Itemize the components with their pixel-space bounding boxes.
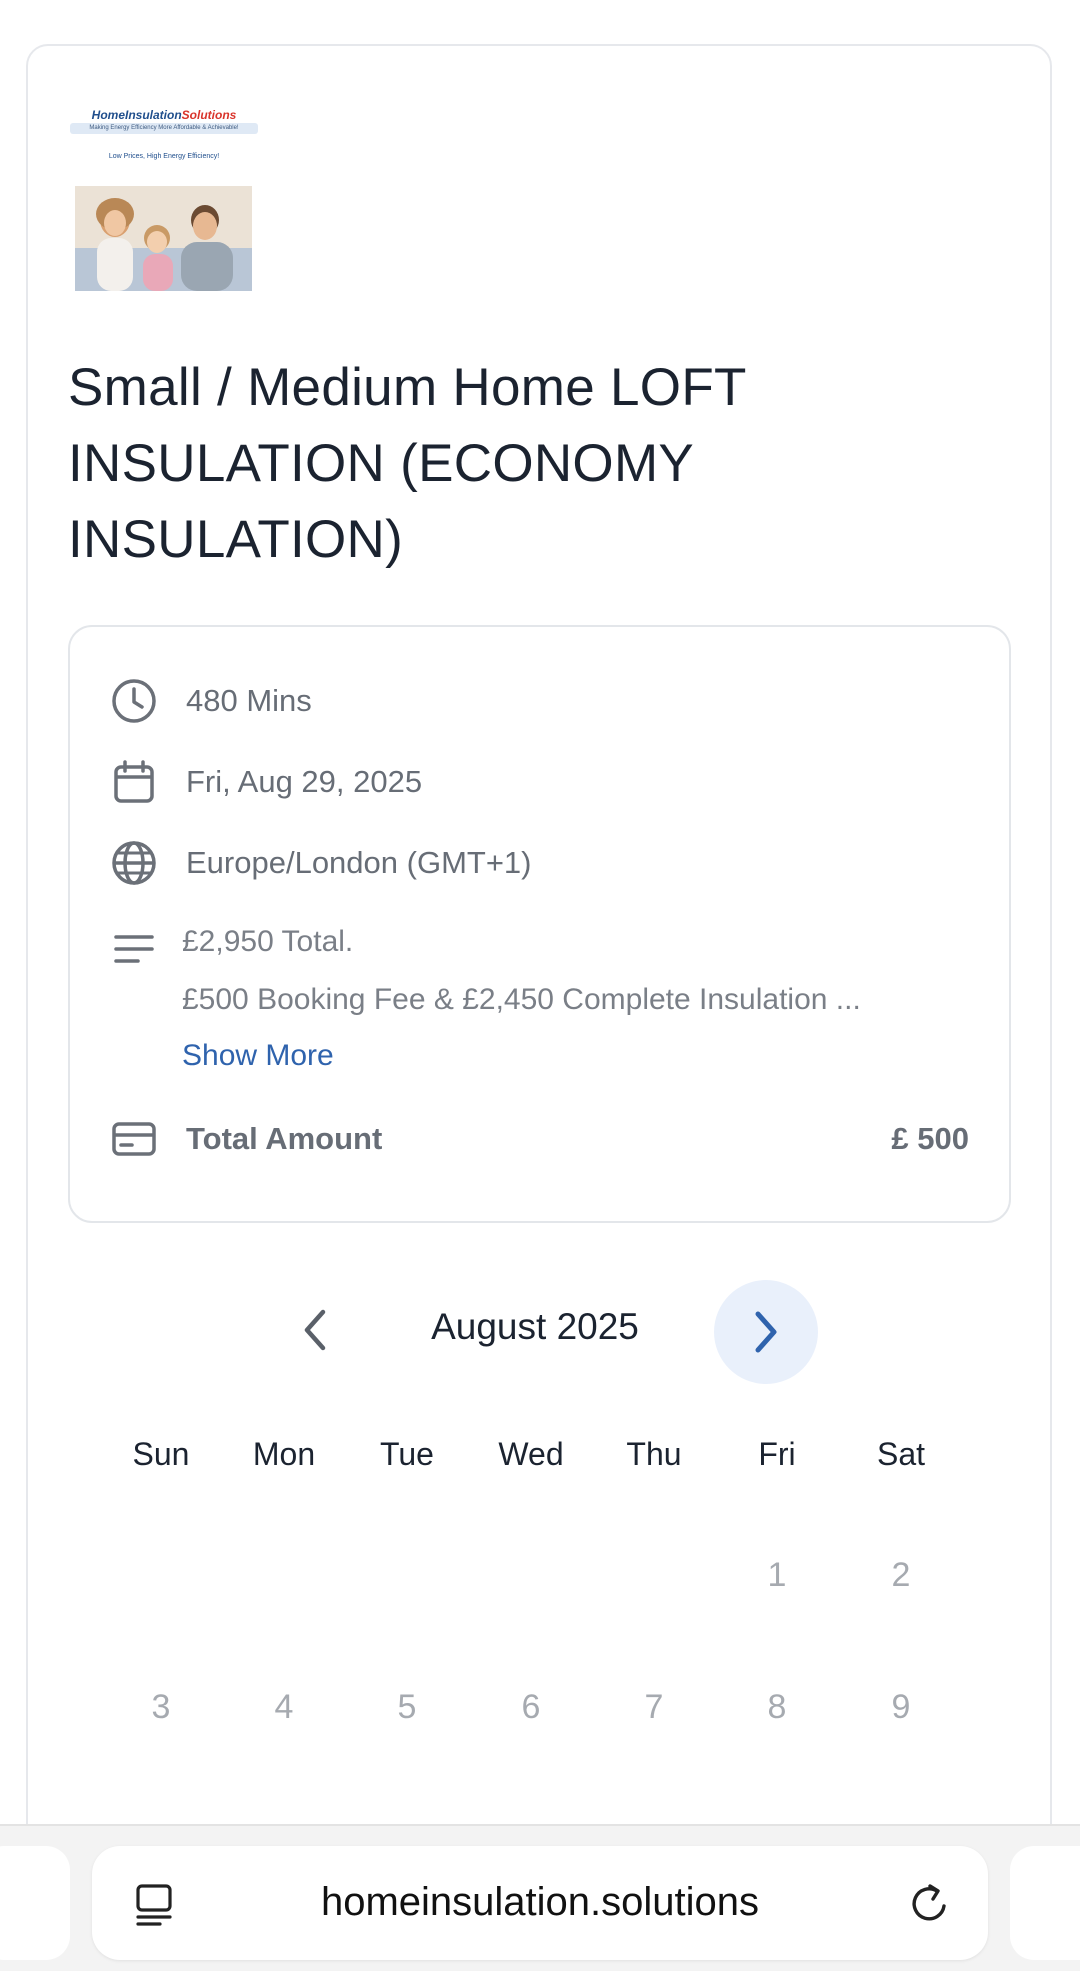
browser-toolbar: homeinsulation.solutions xyxy=(0,1824,1080,1971)
url-text: homeinsulation.solutions xyxy=(320,1880,760,1924)
booking-details-card: 480 Mins Fri, Aug 29, 2025 Europe/London… xyxy=(68,625,1011,1223)
calendar-day[interactable]: 9 xyxy=(851,1688,951,1727)
total-amount-label: Total Amount xyxy=(186,1121,383,1156)
reload-icon[interactable] xyxy=(906,1880,954,1928)
date-text: Fri, Aug 29, 2025 xyxy=(186,764,423,799)
weekday-fri: Fri xyxy=(758,1436,796,1472)
chevron-right-icon xyxy=(755,1311,777,1353)
weekday-sat: Sat xyxy=(876,1436,926,1472)
logo-slogan: Low Prices, High Energy Efficiency! xyxy=(108,153,220,160)
calendar-day[interactable]: 7 xyxy=(604,1688,704,1727)
calendar-day[interactable]: 4 xyxy=(234,1688,334,1727)
chevron-left-icon xyxy=(304,1309,326,1351)
calendar-day[interactable]: 8 xyxy=(727,1688,827,1727)
timezone-text: Europe/London (GMT+1) xyxy=(186,845,532,880)
calendar-day[interactable]: 5 xyxy=(357,1688,457,1727)
company-logo: HomeInsulationSolutions Making Energy Ef… xyxy=(70,108,258,298)
previous-tab-preview[interactable] xyxy=(0,1846,70,1960)
duration-text: 480 Mins xyxy=(186,683,312,718)
logo-tagline: Making Energy Efficiency More Affordable… xyxy=(70,123,258,134)
family-photo xyxy=(75,186,252,291)
weekday-thu: Thu xyxy=(626,1436,682,1472)
text-lines-icon xyxy=(114,935,154,963)
previous-month-button[interactable] xyxy=(283,1292,347,1368)
weekday-tue: Tue xyxy=(380,1436,434,1472)
weekday-wed: Wed xyxy=(498,1436,564,1472)
calendar-day[interactable]: 1 xyxy=(727,1556,827,1595)
calendar-day[interactable]: 6 xyxy=(481,1688,581,1727)
address-bar[interactable]: homeinsulation.solutions xyxy=(92,1846,988,1960)
credit-card-icon xyxy=(112,1122,156,1156)
globe-icon xyxy=(112,841,156,885)
weekday-sun: Sun xyxy=(132,1436,190,1472)
logo-wordmark: HomeInsulationSolutions xyxy=(91,108,237,122)
total-amount-value: £ 500 xyxy=(891,1121,969,1156)
description-line-1: £2,950 Total. xyxy=(182,925,354,958)
service-title: Small / Medium Home LOFT INSULATION (ECO… xyxy=(68,358,746,569)
description-line-2: £500 Booking Fee & £2,450 Complete Insul… xyxy=(182,983,861,1016)
calendar-icon xyxy=(114,760,154,803)
calendar-day[interactable]: 3 xyxy=(111,1688,211,1727)
weekday-mon: Mon xyxy=(252,1436,316,1472)
show-more-link[interactable]: Show More xyxy=(182,1039,334,1073)
clock-icon xyxy=(112,679,156,723)
month-label: August 2025 xyxy=(431,1306,639,1347)
calendar-day[interactable]: 2 xyxy=(851,1556,951,1595)
next-month-button[interactable] xyxy=(714,1280,818,1384)
next-tab-preview[interactable] xyxy=(1010,1846,1080,1960)
